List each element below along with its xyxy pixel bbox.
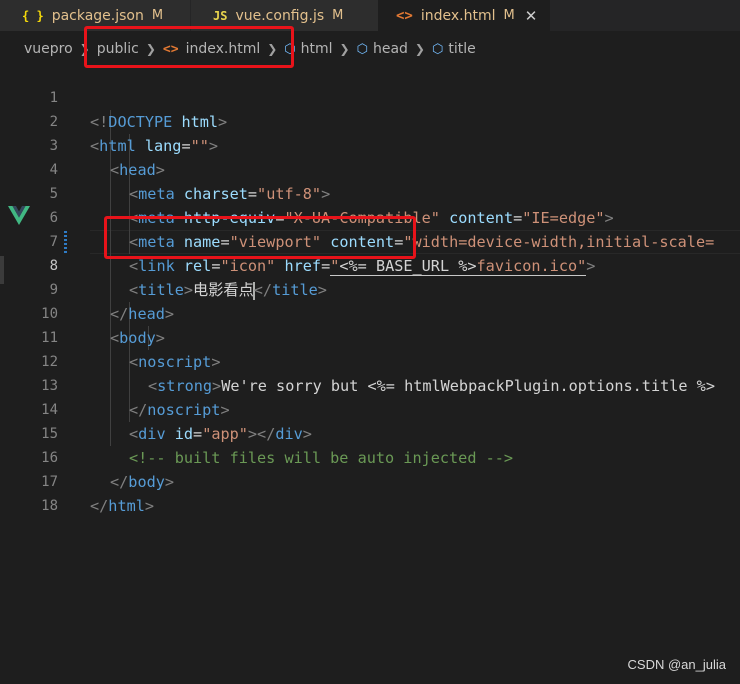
annotation-box-title-line [104, 216, 416, 259]
symbol-cube-icon: ⬡ [356, 41, 368, 57]
tab-index-html[interactable]: <> index.html M ✕ [378, 0, 550, 31]
code-line: 14 <div id="app"></div> [0, 374, 740, 443]
breadcrumb-symbol-title[interactable]: ⬡ title [432, 41, 476, 57]
javascript-icon: JS [213, 8, 228, 23]
code-line: 3 <head> [0, 110, 740, 179]
code-line: 17 </html> [0, 446, 740, 515]
line-number: 18 [41, 498, 58, 514]
annotation-box-breadcrumb [84, 26, 294, 68]
code-line: 18 [0, 470, 740, 514]
code-line: 2 <html lang=""> [0, 86, 740, 155]
tab-label: vue.config.js [235, 7, 325, 24]
code-line: 16 </body> [0, 422, 740, 491]
modified-badge: M [151, 8, 164, 23]
code-line: 13 </noscript> [0, 350, 740, 419]
code-text: </html> [90, 497, 155, 515]
code-line: 10 <body> [0, 278, 740, 347]
code-line: 5 <meta http-equiv="X-UA-Compatible" con… [0, 158, 740, 227]
symbol-cube-icon: ⬡ [431, 41, 444, 57]
breadcrumb-symbol-head[interactable]: ⬡ head [357, 41, 408, 57]
breadcrumb-symbol-label: title [448, 41, 476, 57]
breadcrumb-symbol-label: head [372, 41, 408, 57]
code-line: 12 <strong>We're sorry but <%= htmlWebpa… [0, 326, 740, 395]
code-editor[interactable]: 1 <!DOCTYPE html> 2 <html lang=""> 3 <he… [0, 62, 740, 515]
chevron-right-icon: ❯ [339, 42, 350, 56]
modified-badge: M [503, 8, 515, 23]
tab-label: package.json [51, 7, 144, 24]
html-file-icon: <> [396, 7, 413, 24]
tab-label: index.html [420, 7, 496, 24]
code-line: 11 <noscript> [0, 302, 740, 371]
code-line: 15 <!-- built files will be auto injecte… [0, 398, 740, 467]
breadcrumb-symbol-label: html [300, 41, 333, 57]
chevron-right-icon: ❯ [414, 42, 425, 56]
breadcrumb-root[interactable]: vuepro [24, 41, 73, 57]
code-line: 4 <meta charset="utf-8"> [0, 134, 740, 203]
code-line: 6 <meta name="viewport" content="width=d… [0, 182, 740, 251]
modified-badge: M [332, 8, 344, 23]
json-braces-icon: { } [22, 8, 44, 23]
watermark: CSDN @an_julia [627, 657, 726, 672]
close-icon[interactable]: ✕ [525, 7, 538, 25]
